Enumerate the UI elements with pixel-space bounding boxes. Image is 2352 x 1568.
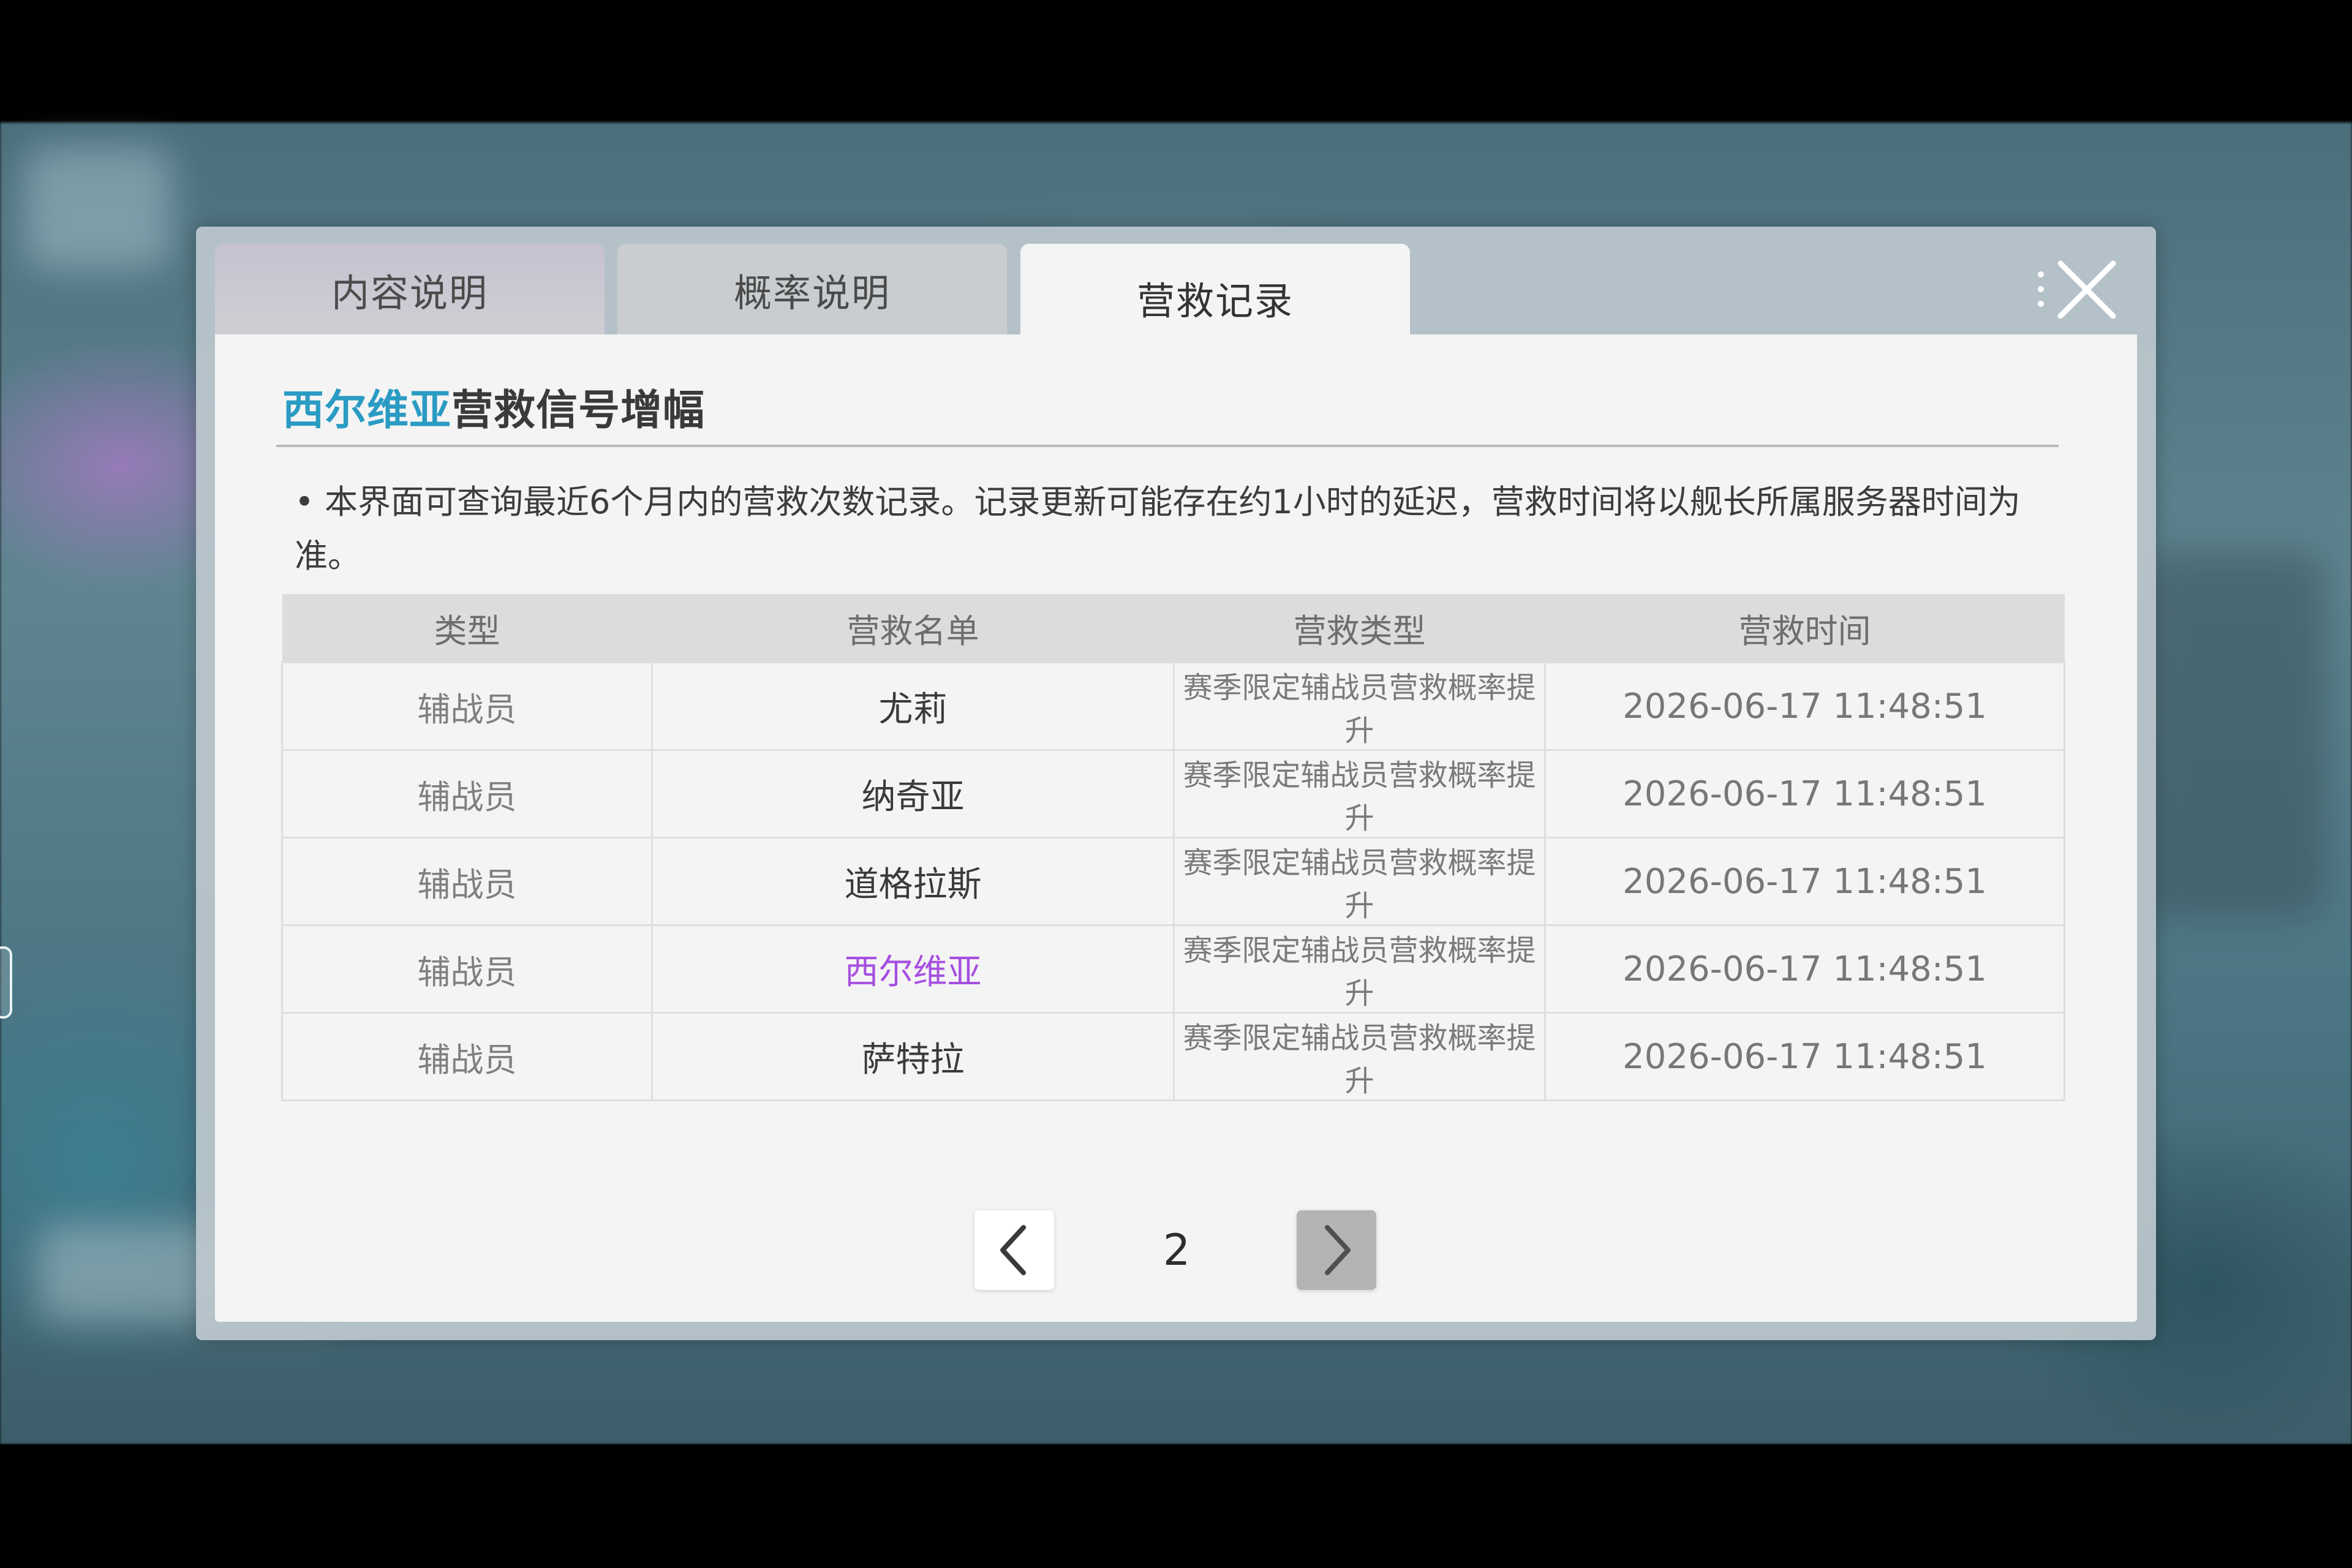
cell-rescue-time: 2026-06-17 11:48:51 (1544, 924, 2065, 1014)
column-header-rescue-time: 营救时间 (1545, 594, 2065, 663)
chevron-left-icon (1000, 1225, 1026, 1275)
table-header-row: 类型 营救名单 营救类型 营救时间 (282, 594, 2065, 663)
table-row: 辅战员 西尔维亚 赛季限定辅战员营救概率提升 2026-06-17 11:48:… (281, 924, 2065, 1014)
panel-title: 西尔维亚营救信号增幅 (282, 376, 705, 437)
cell-rescue-type: 赛季限定辅战员营救概率提升 (1173, 749, 1546, 839)
rescue-records-table: 类型 营救名单 营救类型 营救时间 辅战员 尤莉 赛季限定辅战员营救概率提升 2… (281, 594, 2065, 1101)
cell-rescue-time: 2026-06-17 11:48:51 (1544, 837, 2065, 926)
records-notice: • 本界面可查询最近6个月内的营救次数记录。记录更新可能存在约1小时的延迟，营救… (295, 483, 2021, 575)
rescue-info-dialog: 内容说明 概率说明 营救记录 西尔维亚营救信号增幅 • 本界面可查询最近6个月内… (196, 227, 2156, 1340)
table-row: 辅战员 道格拉斯 赛季限定辅战员营救概率提升 2026-06-17 11:48:… (281, 837, 2065, 926)
table-row: 辅战员 尤莉 赛季限定辅战员营救概率提升 2026-06-17 11:48:51 (281, 662, 2065, 751)
column-header-name: 营救名单 (652, 594, 1174, 663)
cell-name: 道格拉斯 (651, 837, 1175, 926)
chevron-right-icon (1325, 1225, 1351, 1275)
cell-rescue-type: 赛季限定辅战员营救概率提升 (1173, 1012, 1546, 1101)
title-divider (276, 445, 2059, 447)
close-button[interactable] (2034, 251, 2125, 325)
column-header-type: 类型 (282, 594, 652, 663)
tab-probability-description[interactable]: 概率说明 (617, 244, 1007, 336)
cell-type: 辅战员 (281, 662, 653, 751)
current-page-number: 2 (1163, 1225, 1191, 1275)
column-header-rescue-type: 营救类型 (1174, 594, 1545, 663)
cell-rescue-time: 2026-06-17 11:48:51 (1544, 1012, 2065, 1101)
table-row: 辅战员 萨特拉 赛季限定辅战员营救概率提升 2026-06-17 11:48:5… (281, 1012, 2065, 1101)
close-icon (2038, 260, 2116, 319)
cell-name: 萨特拉 (651, 1012, 1175, 1101)
letterbox-bottom (0, 1444, 2352, 1568)
tab-content-description[interactable]: 内容说明 (215, 244, 605, 336)
letterbox-top (0, 0, 2352, 123)
tab-label: 营救记录 (1136, 279, 1294, 323)
tab-label: 概率说明 (733, 271, 891, 315)
cell-rescue-type: 赛季限定辅战员营救概率提升 (1173, 837, 1546, 926)
cell-rescue-time: 2026-06-17 11:48:51 (1544, 662, 2065, 751)
cell-type: 辅战员 (281, 1012, 653, 1101)
title-highlight: 西尔维亚 (282, 386, 452, 435)
previous-page-button[interactable] (974, 1210, 1054, 1290)
cell-rescue-type: 赛季限定辅战员营救概率提升 (1173, 662, 1546, 751)
cell-rescue-time: 2026-06-17 11:48:51 (1544, 749, 2065, 839)
title-rest: 营救信号增幅 (451, 386, 706, 435)
cell-type: 辅战员 (281, 837, 653, 926)
cell-name: 纳奇亚 (651, 749, 1175, 839)
next-page-button[interactable] (1297, 1210, 1376, 1290)
tab-label: 内容说明 (331, 271, 488, 315)
rescue-records-panel: 西尔维亚营救信号增幅 • 本界面可查询最近6个月内的营救次数记录。记录更新可能存… (215, 334, 2137, 1322)
cell-rescue-type: 赛季限定辅战员营救概率提升 (1173, 924, 1546, 1014)
cell-name: 尤莉 (651, 662, 1175, 751)
cell-name-featured: 西尔维亚 (651, 924, 1175, 1014)
cell-type: 辅战员 (281, 924, 653, 1014)
side-drawer-handle[interactable] (0, 946, 12, 1019)
cell-type: 辅战员 (281, 749, 653, 839)
table-row: 辅战员 纳奇亚 赛季限定辅战员营救概率提升 2026-06-17 11:48:5… (281, 749, 2065, 839)
